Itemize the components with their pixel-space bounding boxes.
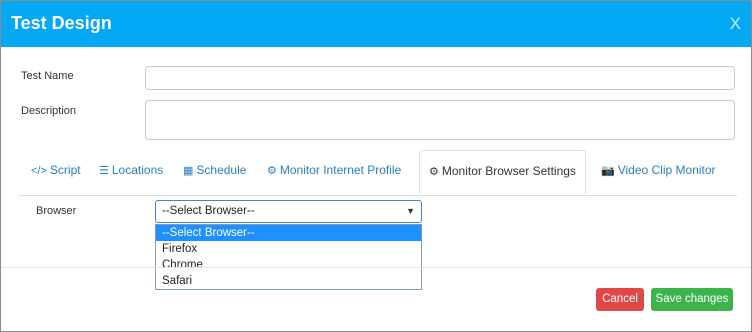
save-changes-button[interactable]: Save changes	[651, 288, 733, 311]
browser-option[interactable]: Safari	[156, 273, 421, 289]
gear-icon: ⚙	[267, 165, 277, 177]
cancel-button[interactable]: Cancel	[596, 288, 644, 311]
tab-monitor-internet-profile[interactable]: ⚙ Monitor Internet Profile	[267, 149, 401, 191]
footer-divider	[1, 267, 751, 268]
gears-icon: ⚙	[429, 166, 439, 178]
browser-option[interactable]: Firefox	[156, 241, 421, 257]
description-input[interactable]	[145, 100, 735, 140]
tab-bar: </> Script ☰ Locations ▦ Schedule ⚙ Monitor …	[19, 149, 737, 196]
browser-label: Browser	[36, 205, 77, 217]
tab-script[interactable]: </> Script	[31, 149, 81, 191]
code-icon: </>	[31, 165, 47, 177]
test-design-dialog: Test Design X Test Name Description </> S…	[0, 0, 752, 332]
browser-select[interactable]: --Select Browser-- ▼	[155, 200, 422, 223]
description-label: Description	[21, 105, 77, 117]
close-icon[interactable]: X	[730, 14, 741, 34]
browser-select-value: --Select Browser--	[162, 205, 255, 217]
calendar-icon: ▦	[183, 165, 194, 177]
tab-locations[interactable]: ☰ Locations	[99, 149, 163, 191]
tab-monitor-browser-settings[interactable]: ⚙ Monitor Browser Settings	[419, 150, 586, 194]
browser-option[interactable]: --Select Browser--	[156, 225, 421, 241]
browser-option[interactable]: Chrome	[156, 257, 421, 273]
dialog-header: Test Design X	[1, 1, 751, 47]
tab-schedule[interactable]: ▦ Schedule	[183, 149, 246, 191]
test-name-input[interactable]	[145, 66, 735, 90]
tab-label: Monitor Browser Settings	[441, 164, 576, 178]
test-name-label: Test Name	[21, 70, 74, 82]
chevron-down-icon: ▼	[406, 206, 415, 216]
tab-label: Schedule	[196, 163, 247, 177]
camera-icon: 📷	[601, 165, 615, 177]
sliders-icon: ☰	[99, 165, 109, 177]
tab-video-clip-monitor[interactable]: 📷 Video Clip Monitor	[601, 149, 716, 191]
browser-dropdown-list: --Select Browser-- Firefox Chrome Safari	[155, 224, 422, 290]
tab-label: Locations	[111, 163, 164, 177]
tab-label: Script	[49, 163, 81, 177]
dialog-title: Test Design	[11, 13, 112, 33]
tab-label: Video Clip Monitor	[617, 163, 716, 177]
tab-label: Monitor Internet Profile	[279, 163, 402, 177]
